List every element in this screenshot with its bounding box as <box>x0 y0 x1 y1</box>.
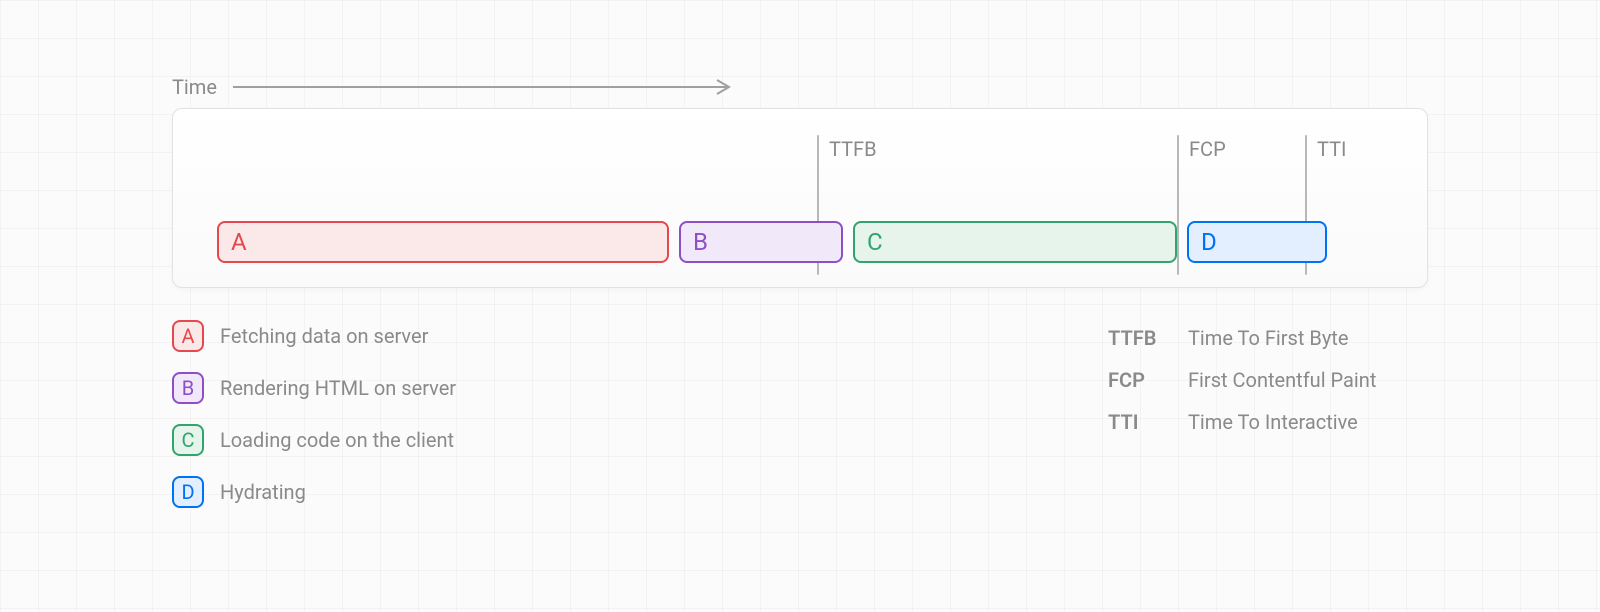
milestone-abbr: TTI <box>1108 410 1172 434</box>
phase-a: A <box>217 221 669 263</box>
legend-desc: Loading code on the client <box>220 428 454 452</box>
phase-c: C <box>853 221 1177 263</box>
legend-swatch: A <box>172 320 204 352</box>
milestone-abbr: FCP <box>1108 368 1172 392</box>
milestone-desc: Time To Interactive <box>1188 410 1376 434</box>
legend-swatch: D <box>172 476 204 508</box>
phase-label: A <box>231 228 247 256</box>
legend-row-a: A Fetching data on server <box>172 320 456 352</box>
time-label-text: Time <box>172 75 217 99</box>
legend-swatch-letter: B <box>182 376 194 400</box>
phase-label: B <box>693 228 708 256</box>
milestone-desc: First Contentful Paint <box>1188 368 1376 392</box>
legend-row-c: C Loading code on the client <box>172 424 456 456</box>
arrow-right-icon <box>233 77 733 97</box>
marker-fcp: FCP <box>1177 119 1178 279</box>
timeline-chart: TTFB FCP TTI A B C D <box>172 108 1428 288</box>
marker-label: FCP <box>1189 137 1226 161</box>
legend-desc: Rendering HTML on server <box>220 376 456 400</box>
marker-tick <box>1177 135 1179 275</box>
legend-swatch-letter: A <box>181 324 194 348</box>
milestone-legend: TTFB Time To First Byte FCP First Conten… <box>1108 326 1376 434</box>
time-axis-label: Time <box>172 75 733 99</box>
phase-b: B <box>679 221 843 263</box>
phase-legend: A Fetching data on server B Rendering HT… <box>172 320 456 508</box>
legend-swatch-letter: D <box>181 480 194 504</box>
legend-swatch-letter: C <box>181 428 194 452</box>
legend-desc: Hydrating <box>220 480 306 504</box>
milestone-desc: Time To First Byte <box>1188 326 1376 350</box>
legend-swatch: B <box>172 372 204 404</box>
milestone-abbr: TTFB <box>1108 326 1172 350</box>
marker-label: TTI <box>1317 137 1346 161</box>
legend-swatch: C <box>172 424 204 456</box>
legend-desc: Fetching data on server <box>220 324 428 348</box>
phase-label: C <box>867 228 883 256</box>
marker-label: TTFB <box>829 137 877 161</box>
legend-row-b: B Rendering HTML on server <box>172 372 456 404</box>
phase-label: D <box>1201 228 1217 256</box>
phase-d: D <box>1187 221 1327 263</box>
legend-row-d: D Hydrating <box>172 476 456 508</box>
